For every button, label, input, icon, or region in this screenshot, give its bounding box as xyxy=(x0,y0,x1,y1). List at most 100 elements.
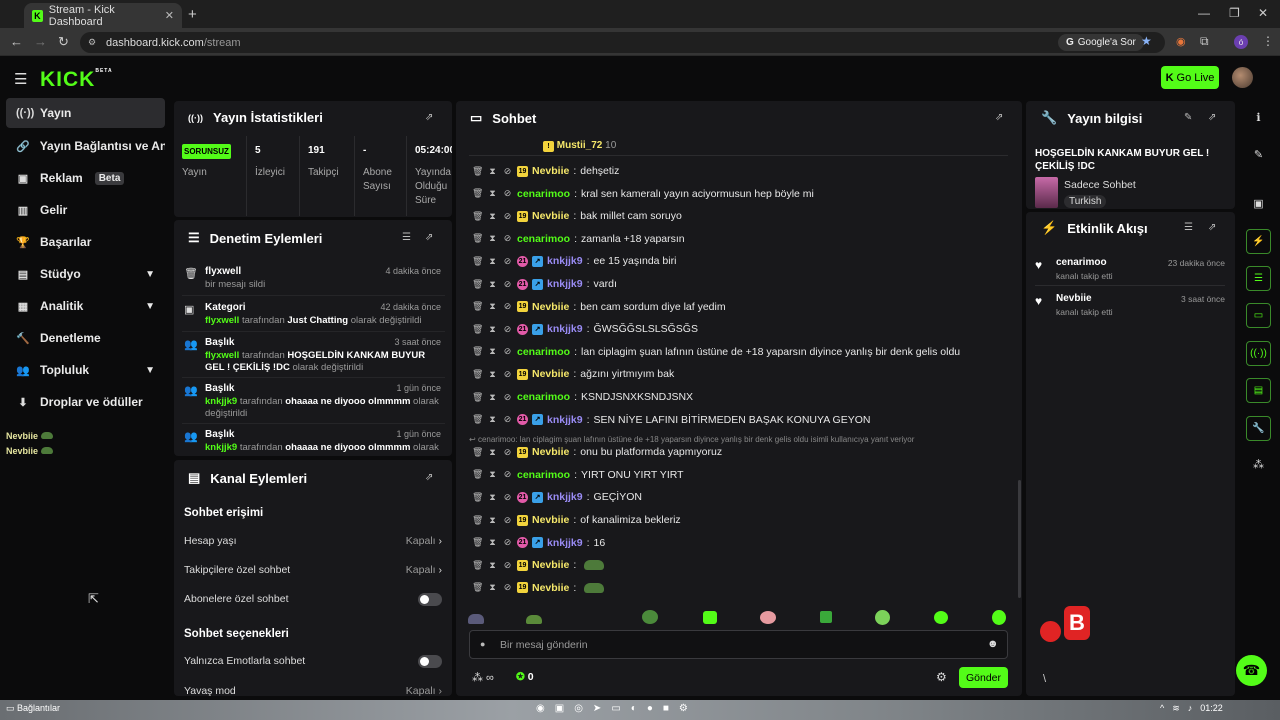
ban-icon[interactable]: ⊘ xyxy=(502,256,513,267)
chat-username[interactable]: knkjjk9 xyxy=(547,414,583,426)
wifi-icon[interactable]: ≋ xyxy=(1172,703,1180,714)
delete-message-icon[interactable]: 🗑 xyxy=(472,188,483,199)
timeout-icon[interactable]: ⧗ xyxy=(487,392,498,403)
info-icon[interactable]: ℹ xyxy=(1246,105,1271,130)
delete-message-icon[interactable]: 🗑 xyxy=(472,279,483,290)
sidebar-item-topluluk[interactable]: 👥 Topluluk ▼ xyxy=(6,355,165,385)
pepe-emote-icon[interactable] xyxy=(642,610,658,624)
sidebar-item-stream-key[interactable]: 🔗 Yayın Bağlantısı ve Anahtar xyxy=(6,131,165,161)
delete-message-icon[interactable]: 🗑 xyxy=(472,469,483,480)
minimize-icon[interactable]: — xyxy=(1198,6,1210,20)
obs-icon[interactable]: ● xyxy=(647,703,653,714)
extension-icon[interactable]: ◉ xyxy=(1176,35,1186,48)
delete-message-icon[interactable]: 🗑 xyxy=(472,392,483,403)
sidebar-item-yayin[interactable]: ((·)) Yayın xyxy=(6,98,165,128)
chat-username[interactable]: knkjjk9 xyxy=(547,278,583,290)
timeout-icon[interactable]: ⧗ xyxy=(487,560,498,571)
chat-username[interactable]: Nevbiie xyxy=(532,210,569,222)
app-icon[interactable]: ◉ xyxy=(536,703,545,714)
kick-app-icon[interactable]: ■ xyxy=(663,703,669,714)
browser-menu-icon[interactable]: ⋮ xyxy=(1262,34,1274,48)
timeout-icon[interactable]: ⧗ xyxy=(487,166,498,177)
emote-icon[interactable] xyxy=(468,614,484,624)
sidebar-item-basarilar[interactable]: 🏆 Başarılar xyxy=(6,227,165,257)
send-button[interactable]: Gönder xyxy=(959,667,1008,688)
delete-message-icon[interactable]: 🗑 xyxy=(472,233,483,244)
soccer-emote-icon[interactable] xyxy=(875,610,890,625)
volume-icon[interactable]: ♪ xyxy=(1188,703,1193,714)
close-window-icon[interactable]: ✕ xyxy=(1258,6,1268,20)
chrome-icon[interactable]: ◎ xyxy=(574,703,583,714)
wave-emote-icon[interactable] xyxy=(992,610,1006,625)
popout-icon[interactable]: ⇗ xyxy=(1208,112,1216,123)
emote-only-toggle[interactable] xyxy=(418,655,442,668)
channel-actions-icon[interactable]: ▤ xyxy=(1246,378,1271,403)
ban-icon[interactable]: ⊘ xyxy=(502,279,513,290)
sidebar-item-gelir[interactable]: ▥ Gelir xyxy=(6,195,165,225)
chat-username[interactable]: knkjjk9 xyxy=(547,537,583,549)
telegram-icon[interactable]: ➤ xyxy=(593,703,601,714)
ban-icon[interactable]: ⊘ xyxy=(502,188,513,199)
kick-emote-icon[interactable] xyxy=(703,611,717,624)
channel-points[interactable]: ✪ 0 xyxy=(516,671,534,683)
bookmark-star-icon[interactable]: ★ xyxy=(1141,34,1152,48)
google-ask-button[interactable]: G Google'a Sor xyxy=(1058,34,1144,51)
timeout-icon[interactable]: ⧗ xyxy=(487,188,498,199)
back-icon[interactable]: ← xyxy=(10,34,23,49)
popout-icon[interactable]: ⇗ xyxy=(995,112,1003,123)
help-chat-button[interactable]: ☎ xyxy=(1236,655,1267,686)
slow-mode-row[interactable]: Yavaş mod Kapalı › xyxy=(184,685,442,696)
chat-username[interactable]: Nevbiie xyxy=(532,165,569,177)
activity-bolt-icon[interactable]: ⚡ xyxy=(1246,229,1271,254)
ban-icon[interactable]: ⊘ xyxy=(502,301,513,312)
chat-scrollbar[interactable] xyxy=(1018,480,1021,598)
ban-icon[interactable]: ⊘ xyxy=(502,492,513,503)
chat-username[interactable]: knkjjk9 xyxy=(547,323,583,335)
smile-emote-icon[interactable] xyxy=(934,611,948,624)
delete-message-icon[interactable]: 🗑 xyxy=(472,492,483,503)
pig-emote-icon[interactable] xyxy=(760,611,776,624)
chat-username[interactable]: Nevbiie xyxy=(532,301,569,313)
kick-logo[interactable]: KICKBETA xyxy=(40,68,113,92)
bookmarks-folder[interactable]: ▭ Bağlantılar xyxy=(6,703,60,714)
emoji-icon[interactable]: ☻ xyxy=(987,638,999,650)
wrench-icon[interactable]: 🔧 xyxy=(1246,416,1271,441)
steam-icon[interactable]: ⚙ xyxy=(679,703,688,714)
delete-message-icon[interactable]: 🗑 xyxy=(472,515,483,526)
timeout-icon[interactable]: ⧗ xyxy=(487,515,498,526)
chat-username[interactable]: cenarimoo xyxy=(517,346,570,358)
frog-emote-icon[interactable] xyxy=(526,615,542,624)
delete-message-icon[interactable]: 🗑 xyxy=(472,211,483,222)
chat-username[interactable]: Nevbiie xyxy=(532,446,569,458)
timeout-icon[interactable]: ⧗ xyxy=(487,324,498,335)
timeout-icon[interactable]: ⧗ xyxy=(487,211,498,222)
menu-hamburger-icon[interactable]: ☰ xyxy=(14,70,27,88)
people-infinity-icon[interactable]: ⁂ ∞ xyxy=(472,671,494,684)
subs-only-toggle[interactable] xyxy=(418,593,442,606)
timeout-icon[interactable]: ⧗ xyxy=(487,346,498,357)
chat-settings-gear-icon[interactable]: ⚙ xyxy=(936,670,947,684)
filter-icon[interactable]: ☰ xyxy=(402,232,411,243)
sidebar-item-droplar[interactable]: ⬇ Droplar ve ödüller xyxy=(6,387,165,417)
filter-icon[interactable]: ☰ xyxy=(1184,222,1193,233)
new-tab-icon[interactable]: + xyxy=(188,6,197,23)
timeout-icon[interactable]: ⧗ xyxy=(487,582,498,593)
community-dots-icon[interactable]: ⁂ xyxy=(1246,452,1271,477)
chat-bubble-icon[interactable]: ▭ xyxy=(1246,303,1271,328)
ban-icon[interactable]: ⊘ xyxy=(502,515,513,526)
timeout-icon[interactable]: ⧗ xyxy=(487,369,498,380)
delete-message-icon[interactable]: 🗑 xyxy=(472,346,483,357)
restore-icon[interactable]: ❐ xyxy=(1229,6,1240,20)
timeout-icon[interactable]: ⧗ xyxy=(487,279,498,290)
chat-username[interactable]: Nevbiie xyxy=(532,368,569,380)
site-info-icon[interactable]: ⚙ xyxy=(88,37,96,48)
delete-message-icon[interactable]: 🗑 xyxy=(472,369,483,380)
clock[interactable]: 01:22 xyxy=(1200,703,1223,714)
chat-username[interactable]: cenarimoo xyxy=(517,188,570,200)
chat-username[interactable]: cenarimoo xyxy=(517,469,570,481)
terminal-icon[interactable]: ▣ xyxy=(555,703,564,714)
sidebar-item-analitik[interactable]: ▦ Analitik ▼ xyxy=(6,291,165,321)
ban-icon[interactable]: ⊘ xyxy=(502,469,513,480)
timeout-icon[interactable]: ⧗ xyxy=(487,469,498,480)
ban-icon[interactable]: ⊘ xyxy=(502,447,513,458)
